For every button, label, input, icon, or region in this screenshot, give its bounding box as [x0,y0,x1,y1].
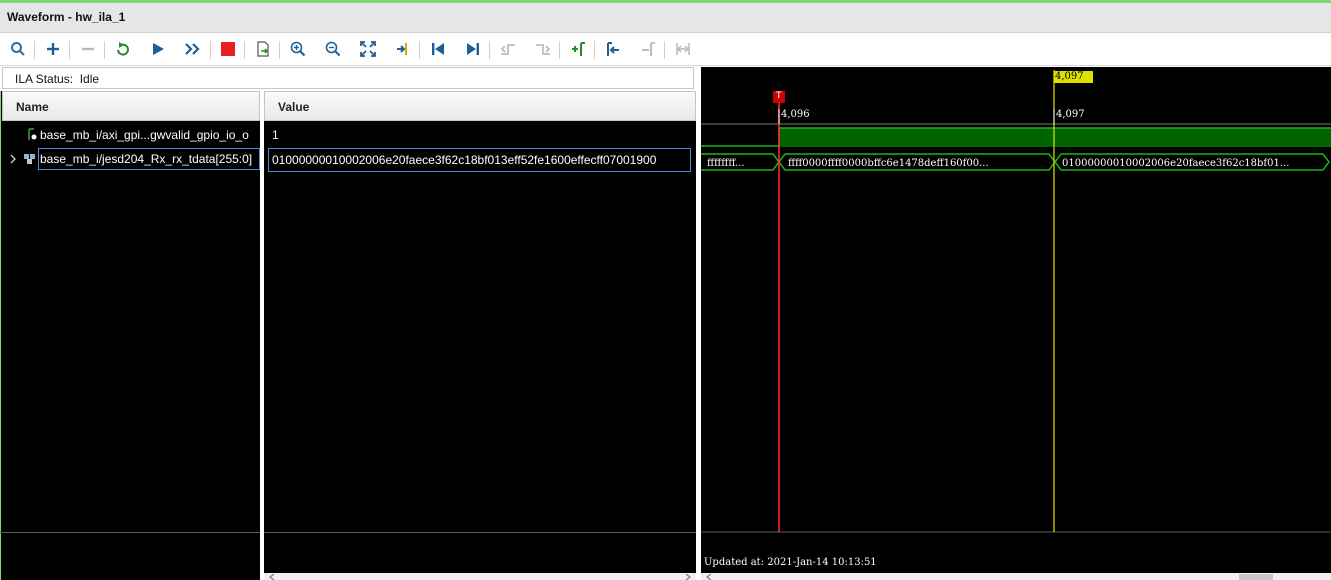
waveform-toolbar [0,33,1331,66]
scroll-right-icon[interactable] [685,574,691,580]
add-icon[interactable] [43,39,63,59]
run-trigger-icon[interactable] [148,39,168,59]
bit-wave-high-fill [779,128,1331,147]
toolbar-separator [69,41,70,59]
bit-signal-icon [28,128,37,140]
bus-signal-icon [24,154,35,164]
value-column-header[interactable]: Value [264,91,696,121]
toolbar-separator [210,41,211,59]
signal-row[interactable]: base_mb_i/axi_gpi...gwvalid_gpio_io_o [2,124,260,146]
toolbar-separator [279,41,280,59]
zoom-fit-icon[interactable] [358,39,378,59]
bus-value-label: ffff0000ffff0000bffc6e1478deff160f00... [788,158,989,169]
zoom-in-icon[interactable] [288,39,308,59]
name-column-title: Name [16,100,49,114]
time-label: 4,097 [1056,109,1085,120]
ila-status-label: ILA Status: [15,72,74,86]
toolbar-separator [594,41,595,59]
signal-value: 01000000010002006e20faece3f62c18bf013eff… [272,153,657,167]
toolbar-separator [489,41,490,59]
go-to-start-icon[interactable] [428,39,448,59]
next-transition-icon[interactable] [533,39,553,59]
toolbar-separator [34,41,35,59]
previous-marker-icon[interactable] [603,39,623,59]
search-icon[interactable] [8,39,28,59]
scroll-left-icon[interactable] [706,574,712,580]
scrollbar-thumb[interactable] [1239,574,1273,580]
go-to-end-icon[interactable] [463,39,483,59]
signal-value-row[interactable]: 01000000010002006e20faece3f62c18bf013eff… [264,148,696,172]
name-column-header[interactable]: Name [2,91,260,121]
go-to-cursor-icon[interactable] [393,39,413,59]
updated-timestamp: Updated at: 2021-Jan-14 10:13:51 [704,557,877,568]
chevron-right-icon[interactable] [9,154,17,164]
signal-name: base_mb_i/jesd204_Rx_rx_tdata[255:0] [40,152,253,166]
toolbar-separator [664,41,665,59]
signal-value-row[interactable]: 1 [264,124,696,146]
next-marker-icon[interactable] [638,39,658,59]
time-label: 4,096 [781,109,810,120]
bus-value-label: ffffffff... [707,158,745,169]
run-immediate-icon[interactable] [183,39,203,59]
toolbar-separator [244,41,245,59]
signal-name: base_mb_i/axi_gpi...gwvalid_gpio_io_o [40,128,249,142]
waveform-panel: T 4,097 4,096 4,097 ffffffff... ffff0000… [701,67,1331,573]
marker-label: 4,097 [1055,71,1084,82]
zoom-out-icon[interactable] [323,39,343,59]
waveform-scrollbar[interactable] [701,573,1331,580]
bus-value-label: 01000000010002006e20faece3f62c18bf01... [1062,158,1290,169]
value-column-title: Value [278,100,310,114]
toolbar-separator [419,41,420,59]
export-icon[interactable] [253,39,273,59]
toolbar-separator [104,41,105,59]
stop-icon[interactable] [218,39,238,59]
ila-status-value: Idle [79,72,100,86]
waveform-canvas[interactable] [701,67,1331,573]
toolbar-separator [559,41,560,59]
add-marker-icon[interactable] [568,39,588,59]
signal-value: 1 [272,128,279,142]
remove-icon[interactable] [78,39,98,59]
previous-transition-icon[interactable] [498,39,518,59]
window-title: Waveform - hw_ila_1 [7,10,126,24]
scroll-left-icon[interactable] [269,574,275,580]
signal-row[interactable]: base_mb_i/jesd204_Rx_rx_tdata[255:0] [2,148,260,170]
value-scrollbar[interactable] [264,573,696,580]
trigger-flag[interactable]: T [773,91,785,103]
marker-flag[interactable]: 4,097 [1054,71,1093,83]
window-title-bar: Waveform - hw_ila_1 [0,3,1331,33]
ila-status-bar: ILA Status: Idle [2,67,694,89]
refresh-icon[interactable] [113,39,133,59]
swap-cursors-icon[interactable] [673,39,693,59]
